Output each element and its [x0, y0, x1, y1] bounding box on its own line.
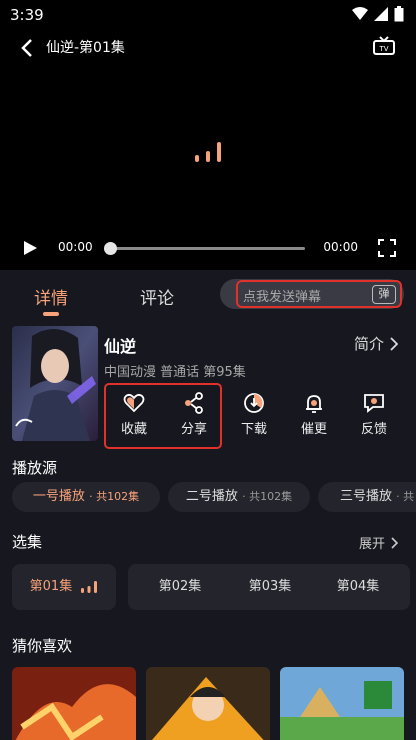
tab-active-indicator [43, 312, 59, 316]
source-chip-1-name: 一号播放 [32, 489, 85, 504]
heart-icon [123, 393, 145, 413]
progress-track[interactable] [108, 247, 305, 250]
status-icons [352, 6, 404, 22]
recommend-card-3[interactable] [280, 667, 404, 740]
intro-label: 简介 [353, 335, 384, 353]
chevron-right-icon [390, 336, 398, 351]
poster-image [12, 326, 98, 441]
download-label: 下载 [240, 422, 267, 437]
intro-button[interactable]: 简介 [354, 333, 398, 354]
show-poster[interactable] [12, 326, 98, 441]
feedback-icon [364, 394, 384, 413]
battery-icon [394, 6, 404, 22]
episode-item-1[interactable]: 第01集 [12, 564, 116, 610]
tab-comment[interactable]: 评论 [140, 284, 174, 309]
status-time: 3:39 [10, 6, 44, 24]
video-player[interactable]: 仙逆-第01集 TV 00:00 00:00 [0, 30, 416, 270]
source-chip-1[interactable]: 一号播放 · 共102集 [12, 482, 160, 512]
source-chip-3[interactable]: 三号播放 · 共 [318, 482, 416, 512]
feedback-label: 反馈 [360, 422, 387, 437]
favorite-label: 收藏 [120, 422, 147, 437]
source-chip-2-name: 二号播放 [185, 489, 238, 504]
playing-bars-icon [81, 580, 98, 593]
urge-update-button[interactable]: 催更 [288, 392, 340, 437]
tv-icon: TV [373, 36, 395, 55]
tab-detail[interactable]: 详情 [34, 284, 68, 309]
danmu-send-button[interactable]: 弹 [372, 285, 396, 304]
expand-label: 展开 [358, 537, 385, 552]
expand-button[interactable]: 展开 [359, 533, 398, 552]
source-chip-1-count: · 共102集 [89, 490, 140, 503]
play-button[interactable] [22, 240, 38, 260]
danmu-placeholder[interactable]: 点我发送弹幕 [243, 286, 321, 305]
total-time: 00:00 [323, 240, 358, 254]
bell-icon [306, 395, 322, 413]
recommend-thumb-2 [146, 667, 270, 740]
chevron-left-icon [21, 39, 32, 57]
source-chip-2-count: · 共102集 [242, 490, 293, 503]
wifi-icon [352, 7, 368, 20]
show-title: 仙逆 [104, 337, 137, 356]
loading-bars-icon [195, 142, 221, 162]
player-controls: 00:00 00:00 [0, 234, 416, 262]
fullscreen-icon [378, 239, 396, 257]
episode-section-title: 选集 [12, 533, 43, 551]
episode-item-4[interactable]: 第04集 [306, 564, 410, 610]
recommend-thumb-1 [12, 667, 136, 740]
recommend-section-title: 猜你喜欢 [12, 637, 73, 655]
show-meta: 中国动漫 普通话 第95集 [104, 365, 246, 380]
back-button[interactable] [16, 36, 40, 60]
download-icon [244, 393, 264, 413]
share-button[interactable]: 分享 [168, 392, 220, 437]
source-chip-3-count: · 共 [396, 490, 415, 503]
source-chip-2[interactable]: 二号播放 · 共102集 [168, 482, 310, 512]
play-icon [24, 241, 37, 255]
recommend-card-1[interactable] [12, 667, 136, 740]
episode-item-1-label: 第01集 [29, 579, 73, 594]
share-label: 分享 [180, 422, 207, 437]
favorite-button[interactable]: 收藏 [108, 392, 160, 437]
progress-knob[interactable] [104, 242, 117, 255]
loading-indicator [194, 140, 222, 168]
download-button[interactable]: 下载 [228, 392, 280, 437]
status-bar: 3:39 [0, 0, 416, 30]
svg-text:TV: TV [378, 45, 388, 53]
fullscreen-button[interactable] [378, 239, 396, 261]
urge-update-label: 催更 [300, 422, 327, 437]
episode-item-2[interactable]: 第02集 [128, 564, 232, 610]
source-section-title: 播放源 [12, 459, 58, 477]
share-icon [185, 392, 203, 414]
episode-title: 仙逆-第01集 [46, 40, 125, 56]
current-time: 00:00 [58, 240, 93, 254]
signal-icon [374, 7, 388, 21]
chevron-right-icon [391, 536, 398, 549]
source-chip-3-name: 三号播放 [340, 489, 393, 504]
recommend-card-2[interactable] [146, 667, 270, 740]
tv-cast-button[interactable]: TV [372, 36, 396, 62]
recommend-thumb-3 [280, 667, 404, 740]
feedback-button[interactable]: 反馈 [348, 392, 400, 437]
